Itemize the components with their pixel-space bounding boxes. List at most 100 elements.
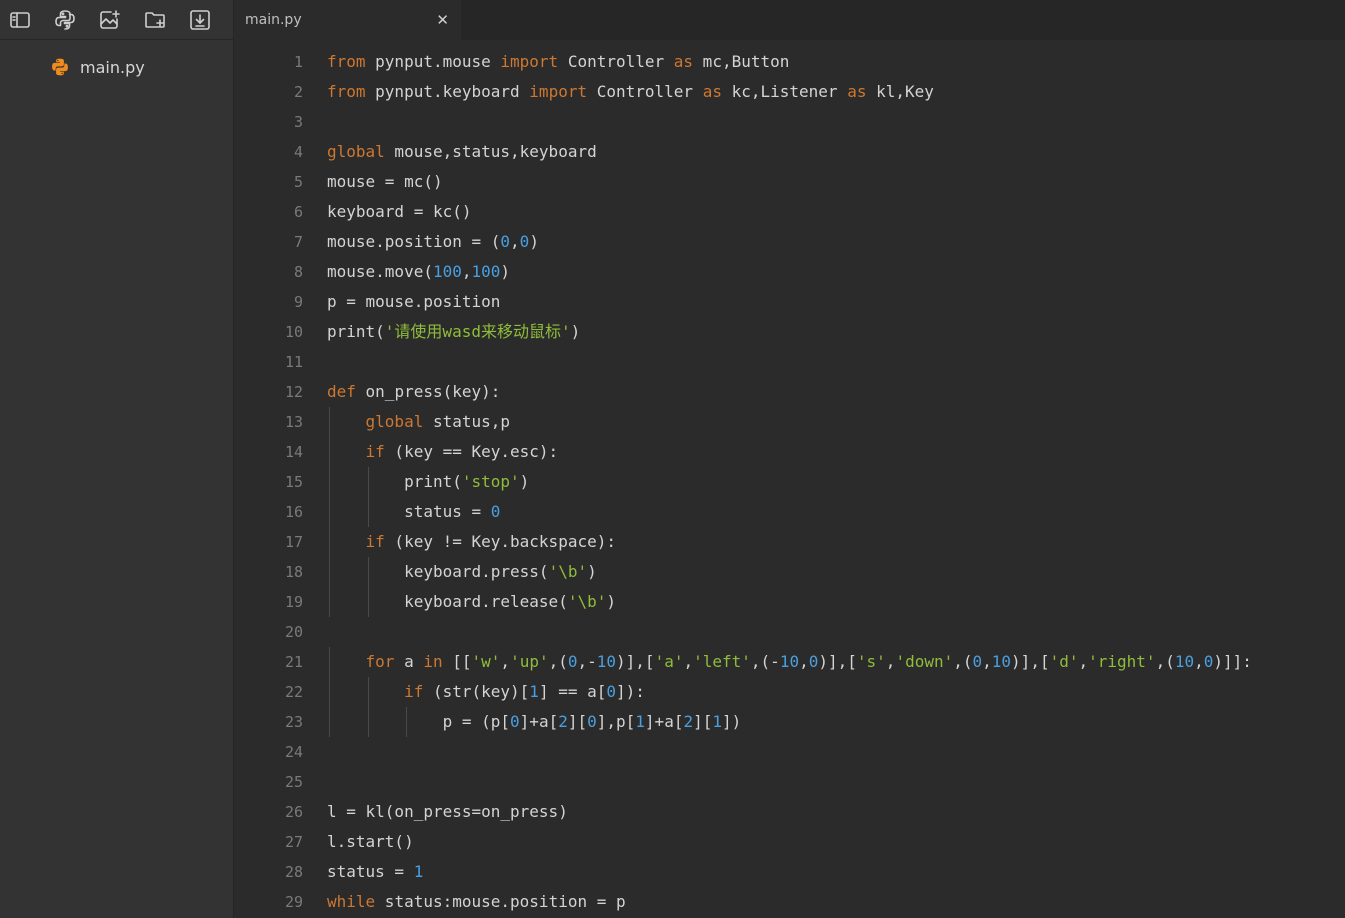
text-token: , [982,652,992,671]
add-image-button[interactable] [97,7,123,33]
text-token: ][ [567,712,588,731]
keyword-token: for [365,652,395,671]
keyword-token: if [365,442,385,461]
file-tree-item-main-py[interactable]: main.py [50,55,145,79]
text-token: ]): [616,682,645,701]
line-number: 15 [284,473,303,491]
text-token: )],[ [616,652,655,671]
download-button[interactable] [187,7,213,33]
download-icon [190,9,210,30]
keyword-token: as [847,82,867,101]
text-token: p = mouse.position [327,292,501,311]
text-token: , [500,652,511,671]
line-number: 27 [284,833,303,851]
text-token: keyboard.press( [327,562,549,581]
number-token: 0 [490,502,501,521]
code-content: from pynput.mouse import Controller as m… [327,47,789,77]
string-token: '\b' [548,562,588,581]
code-content: mouse.position = (0,0) [327,227,539,257]
text-token: )],[ [818,652,857,671]
line-number: 10 [284,323,303,341]
line-number: 16 [284,503,303,521]
file-explorer-sidebar: main.py [0,0,234,918]
tab-main-py[interactable]: main.py ✕ [234,0,461,40]
sidebar-toggle-icon [10,11,30,28]
number-token: 0 [1203,652,1214,671]
code-line: 12 def on_press(key): [234,377,1345,407]
string-token: 'down' [895,652,954,671]
code-content: if (key != Key.backspace): [327,527,616,557]
number-token: 10 [991,652,1012,671]
text-token: ) [587,562,597,581]
code-editor: main.py ✕ 1 from pynput.mouse import Cont… [234,0,1345,918]
text-token: a [394,652,424,671]
keyword-token: from [327,52,366,71]
text-token: keyboard = kc() [327,202,472,221]
keyword-token: in [423,652,443,671]
code-content: print('请使用wasd来移动鼠标') [327,317,580,347]
line-number: 24 [284,743,303,761]
text-token: Controller [587,82,703,101]
code-content: status = 0 [327,497,500,527]
text-token: (str(key)[ [423,682,530,701]
image-add-icon [100,9,120,29]
line-number: 6 [293,203,303,221]
text-token: mc,Button [693,52,790,71]
number-token: 1 [529,682,539,701]
number-token: 0 [587,712,597,731]
keyword-token: from [327,82,366,101]
line-number: 26 [284,803,303,821]
text-token: mouse.position = ( [327,232,501,251]
text-token: p = (p[ [327,712,511,731]
line-number: 1 [293,53,303,71]
sidebar-toggle-button[interactable] [7,7,33,33]
text-token: , [510,232,520,251]
text-token: , [461,262,472,281]
new-python-file-button[interactable] [52,7,78,33]
line-number: 5 [293,173,303,191]
text-token: ][ [693,712,713,731]
text-token: ] == a[ [538,682,607,701]
text-token: ,- [577,652,597,671]
keyword-token: as [673,52,694,71]
keyword-token: while [327,892,376,911]
code-text-area[interactable]: 1 from pynput.mouse import Controller as … [234,40,1345,917]
keyword-token: global [327,142,385,161]
keyword-token: global [365,412,424,431]
text-token: ,( [548,652,568,671]
text-token: , [683,652,694,671]
code-content: keyboard.release('\b') [327,587,616,617]
python-file-icon [52,58,68,76]
code-line: 18 keyboard.press('\b') [234,557,1345,587]
text-token: l.start() [327,832,414,851]
code-line: 3 [234,107,1345,137]
text-token: print( [327,472,462,491]
code-line: 21 for a in [['w','up',(0,-10)],['a','le… [234,647,1345,677]
code-content: p = mouse.position [327,287,500,317]
code-line: 16 status = 0 [234,497,1345,527]
number-token: 100 [432,262,462,281]
line-number: 29 [284,893,303,911]
code-line: 26 l = kl(on_press=on_press) [234,797,1345,827]
line-number: 4 [293,143,303,161]
code-line: 22 if (str(key)[1] == a[0]): [234,677,1345,707]
editor-tab-bar: main.py ✕ [234,0,1345,40]
text-token: status = [327,862,414,881]
code-line: 15 print('stop') [234,467,1345,497]
new-folder-button[interactable] [142,7,168,33]
code-line: 19 keyboard.release('\b') [234,587,1345,617]
close-icon[interactable]: ✕ [436,12,449,28]
text-token: keyboard.release( [327,592,568,611]
text-token: on_press(key): [355,382,501,401]
code-content: for a in [['w','up',(0,-10)],['a','left'… [327,647,1252,677]
line-number: 22 [284,683,303,701]
text-token: ,( [953,652,973,671]
code-line: 29 while status:mouse.position = p [234,887,1345,917]
line-number: 14 [284,443,303,461]
line-number: 21 [284,653,303,671]
app-window: main.py main.py ✕ 1 from pynput.mouse imp… [0,0,1345,918]
text-token: ]+a[ [644,712,684,731]
number-token: 100 [471,262,501,281]
